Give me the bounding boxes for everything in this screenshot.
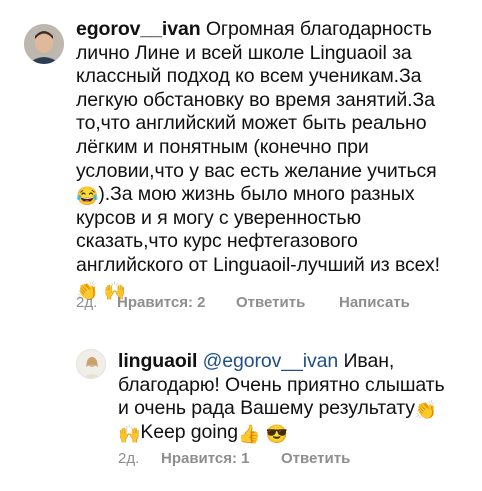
avatar-linguaoil[interactable]: [76, 349, 106, 379]
reply-button[interactable]: Ответить: [236, 294, 305, 311]
laughing-emoji-icon: 😂: [76, 186, 99, 207]
comment-body-linguaoil: linguaoil @egorov__ivan Иван, благодарю!…: [118, 350, 445, 444]
comment-text-line: Иван,: [343, 350, 395, 372]
comment-line: сказать,что курс нефтегазового: [76, 230, 358, 253]
comment-line: то,что английский может быть реально: [76, 112, 427, 135]
comment-line: 🙌Keep going👍 😎: [118, 421, 445, 445]
user-photo-icon: [24, 24, 64, 64]
likes-count-button[interactable]: Нравится: 2: [117, 294, 206, 311]
comment-text-line: и очень рада Вашему результату: [118, 397, 415, 420]
comment-text-line: Огромная благодарность: [205, 18, 432, 40]
comment-meta-linguaoil: 2д. Нравится: 1 Ответить: [118, 450, 478, 470]
mention-link[interactable]: @egorov__ivan: [203, 350, 339, 372]
likes-count-button[interactable]: Нравится: 1: [161, 450, 250, 467]
comment-line: легкую обстановку во время занятий.За: [76, 88, 435, 111]
comment-line: английского от Linguaoil-лучший из всех!: [76, 253, 440, 276]
comment-line: и очень рада Вашему результату👏: [118, 397, 445, 421]
username-linguaoil[interactable]: linguaoil: [118, 350, 197, 372]
comment-line: условии,что у вас есть желание учиться: [76, 159, 437, 182]
username-egorov[interactable]: egorov__ivan: [76, 18, 201, 40]
avatar-egorov[interactable]: [24, 24, 64, 64]
timestamp: 2д.: [118, 450, 140, 467]
comment-line: 😂).За мою жизнь было много разных: [76, 183, 440, 207]
raised-hands-icon: 🙌: [118, 423, 141, 444]
user-photo-icon: [77, 350, 105, 378]
comment-text-line: ).За мою жизнь было много разных: [98, 183, 415, 206]
comment-text-line: Keep going: [140, 420, 238, 443]
sunglasses-face-icon: 😎: [265, 423, 288, 444]
comment-line: egorov__ivan Огромная благодарность: [76, 18, 440, 42]
reply-button[interactable]: Ответить: [281, 450, 350, 467]
thumbs-up-icon: 👍: [237, 423, 261, 444]
comment-line: классный подход ко всем ученикам.За: [76, 65, 422, 88]
timestamp: 2д.: [76, 294, 98, 311]
comment-line: курсов и я могу с уверенностью: [76, 206, 361, 229]
clapping-hands-icon: 👏: [414, 400, 438, 421]
comment-meta-egorov: 2д. Нравится: 2 Ответить Написать: [76, 294, 476, 314]
comment-body-egorov: egorov__ivan Огромная благодарность личн…: [76, 18, 440, 301]
comment-line: linguaoil @egorov__ivan Иван,: [118, 350, 445, 374]
comment-line: лично Лине и всей школе Linguaoil за: [76, 41, 412, 64]
comment-line: благодарю! Очень приятно слышать: [118, 373, 445, 396]
comment-egorov: egorov__ivan Огромная благодарность личн…: [0, 0, 482, 320]
comment-line: лёгким и понятным (конечно при: [76, 135, 369, 158]
send-message-button[interactable]: Написать: [339, 294, 410, 311]
comment-linguaoil: linguaoil @egorov__ivan Иван, благодарю!…: [0, 330, 482, 491]
